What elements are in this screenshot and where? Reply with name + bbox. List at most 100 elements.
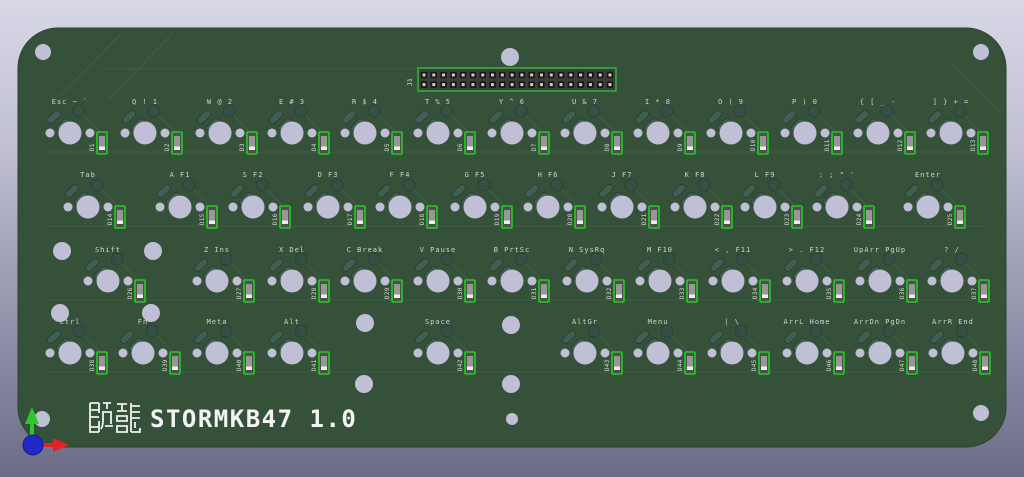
key-legend: S F2 <box>243 171 264 179</box>
stabilizer-hole <box>86 349 95 358</box>
diode-refdes-label: D1 <box>90 143 96 151</box>
switch-pin-hole <box>220 325 232 337</box>
switch-center-hole <box>59 342 82 365</box>
pcb-canvas[interactable]: Esc ~ `D1Q ! 1D2W @ 2D3E # 3D4R $ 4D5T %… <box>0 0 1024 477</box>
diode-refdes-label: D34 <box>753 287 759 299</box>
key-legend: ArrR End <box>932 318 974 326</box>
key-legend: : ; " ' <box>819 171 856 179</box>
diode-cathode-band <box>467 295 473 299</box>
connector-pin-contact <box>560 74 563 77</box>
diode-refdes-label: D44 <box>678 359 684 371</box>
stabilizer-hole <box>813 203 822 212</box>
switch-center-hole <box>574 342 597 365</box>
switch-center-hole <box>317 196 340 219</box>
key-legend: ArrL Home <box>784 318 831 326</box>
diode-refdes-label: D33 <box>680 287 686 299</box>
diode-refdes-label: D8 <box>605 143 611 151</box>
stabilizer-hole <box>414 349 423 358</box>
connector-pin-contact <box>550 74 553 77</box>
switch-pin-hole <box>590 253 602 265</box>
diode-cathode-band <box>321 367 327 371</box>
diode-refdes-label: D40 <box>237 359 243 371</box>
switch-center-hole <box>796 342 819 365</box>
key-legend: F F4 <box>390 171 411 179</box>
stabilizer-hole <box>676 277 685 286</box>
stabilizer-hole <box>823 277 832 286</box>
diode-refdes-label: D25 <box>948 213 954 225</box>
diode-refdes-label: D36 <box>900 287 906 299</box>
switch-center-hole <box>867 122 890 145</box>
stabilizer-hole <box>781 203 790 212</box>
board-logo: STORMKB47 1.0 <box>90 403 357 433</box>
stabilizer-hole <box>927 129 936 138</box>
switch-pin-hole <box>295 105 307 117</box>
diode-cathode-band <box>980 147 986 151</box>
diode-refdes-label: D10 <box>751 139 757 151</box>
connector-pin-contact <box>452 83 455 86</box>
stabilizer-hole <box>944 203 953 212</box>
connector-j1[interactable]: J1 <box>406 68 616 91</box>
stabilizer-hole <box>414 129 423 138</box>
diode-cathode-band <box>687 367 693 371</box>
diode-cathode-band <box>394 147 400 151</box>
key-legend: Enter <box>915 171 941 179</box>
stabilizer-hole <box>64 203 73 212</box>
diode-cathode-band <box>866 221 872 225</box>
switch-center-hole <box>647 342 670 365</box>
stabilizer-hole <box>747 129 756 138</box>
key-legend: W @ 2 <box>207 98 233 106</box>
diode-refdes-label: D24 <box>857 213 863 225</box>
switch-pin-hole <box>551 179 563 191</box>
diode-cathode-band <box>614 367 620 371</box>
switch-pin-hole <box>73 105 85 117</box>
key-legend: ? / <box>944 246 960 254</box>
diode-cathode-band <box>577 221 583 225</box>
stabilizer-hole <box>269 203 278 212</box>
diode-cathode-band <box>246 295 252 299</box>
diode-refdes-label: D5 <box>385 143 391 151</box>
switch-pin-hole <box>295 325 307 337</box>
key-legend: < , F11 <box>715 246 752 254</box>
stabilizer-hole <box>821 129 830 138</box>
diode-cathode-band <box>724 221 730 225</box>
stabilizer-hole <box>229 203 238 212</box>
diode-cathode-band <box>651 221 657 225</box>
diode-refdes-label: D45 <box>752 359 758 371</box>
switch-center-hole <box>354 270 377 293</box>
diode-cathode-band <box>246 367 252 371</box>
diode-refdes-label: D26 <box>128 287 134 299</box>
key-legend: AltGr <box>572 318 598 326</box>
diode-refdes-label: D46 <box>827 359 833 371</box>
diode-refdes-label: D30 <box>458 287 464 299</box>
switch-pin-hole <box>810 253 822 265</box>
stabilizer-hole <box>308 349 317 358</box>
stabilizer-hole <box>488 129 497 138</box>
key-legend: V Pause <box>420 246 457 254</box>
diode-refdes-label: D23 <box>785 213 791 225</box>
connector-pin-contact <box>569 74 572 77</box>
diode-cathode-band <box>394 295 400 299</box>
connector-pin-contact <box>540 83 543 86</box>
stabilizer-hole <box>783 277 792 286</box>
stabilizer-hole <box>454 129 463 138</box>
mounting-hole <box>502 375 520 393</box>
diode-cathode-band <box>99 147 105 151</box>
stabilizer-hole <box>638 203 647 212</box>
diode-refdes-label: D47 <box>900 359 906 371</box>
key-legend: B PrtSc <box>494 246 531 254</box>
connector-pin-contact <box>609 83 612 86</box>
switch-center-hole <box>206 270 229 293</box>
origin-marker <box>23 435 43 455</box>
diode-cathode-band <box>99 367 105 371</box>
stabilizer-hole <box>856 277 865 286</box>
switch-center-hole <box>427 270 450 293</box>
key-legend: ] } + = <box>933 98 970 106</box>
switch-pin-hole <box>661 325 673 337</box>
diode-refdes-label: D2 <box>165 143 171 151</box>
switch-pin-hole <box>734 105 746 117</box>
switch-center-hole <box>754 196 777 219</box>
key-legend: U & 7 <box>572 98 598 106</box>
stabilizer-hole <box>783 349 792 358</box>
stabilizer-hole <box>308 129 317 138</box>
key-legend: | \ <box>724 318 740 326</box>
